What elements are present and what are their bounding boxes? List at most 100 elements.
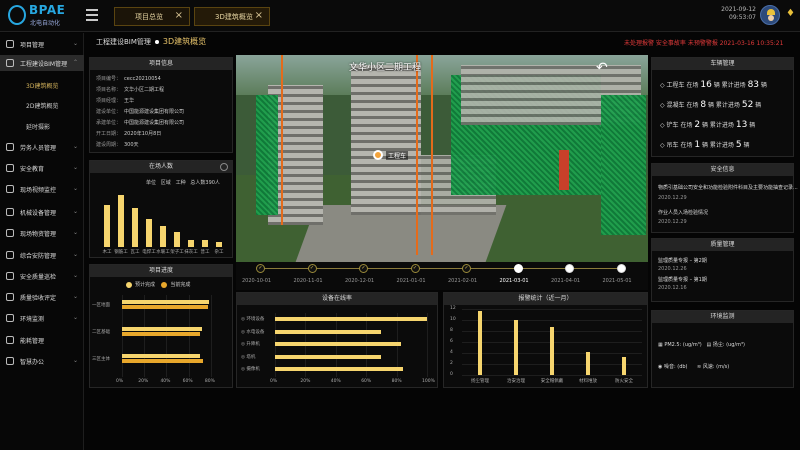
panel-title: 质量管理: [652, 239, 793, 251]
sidebar-item-label: 劳务人员管理: [20, 144, 57, 152]
dust-icon: ▤: [706, 342, 712, 348]
brand-name: BPAE: [29, 3, 66, 17]
attendance-panel: 在场人数 单位 区域 工种 总人数390人 木工 钢筋工 瓦工 电焊工 水暖工 架子工 抹灰…: [89, 160, 233, 258]
tick-label: ◎ 升降机: [241, 342, 260, 347]
label: 在场: [678, 142, 695, 149]
construction-elevator: [559, 150, 569, 190]
gridline: [462, 309, 642, 310]
tick-label: 一区地面: [92, 303, 110, 308]
close-icon[interactable]: ×: [255, 10, 263, 21]
timeline-date: 2021-01-01: [396, 278, 426, 284]
brand-logo[interactable]: BPAE 北电自动化: [8, 3, 84, 29]
timeline-node[interactable]: ✓: [307, 264, 317, 273]
env-unit: (db): [677, 364, 688, 370]
pin-label: 工程车: [386, 151, 409, 160]
timeline-node[interactable]: [616, 264, 626, 273]
env-unit: (ug/m³): [726, 342, 745, 348]
safety-net: [256, 95, 278, 215]
tick-label: 抹灰工: [184, 250, 198, 255]
office-icon: [6, 357, 14, 365]
timeline-node[interactable]: ✓: [256, 264, 265, 273]
tab-3d-overview[interactable]: 3D建筑概览 ×: [194, 7, 270, 26]
sidebar-item-label: 现场视频监控: [20, 186, 57, 194]
sidebar-item-label: 环境监测: [20, 315, 45, 323]
scene-title: 文华小区二期工程: [348, 63, 421, 73]
sidebar-item-energy[interactable]: 能耗管理: [0, 332, 84, 348]
sidebar-item-project[interactable]: 项目管理 ⌄: [0, 36, 84, 52]
sidebar-item-materials[interactable]: 现场物资管理 ⌄: [0, 225, 84, 241]
tick-label: 架子工: [170, 250, 184, 255]
bar: [478, 310, 482, 375]
gridline: [462, 320, 642, 321]
tower-crane: [431, 55, 433, 255]
sidebar-item-labor[interactable]: 劳务人员管理 ⌄: [0, 139, 84, 155]
tick-label: 0%: [116, 379, 124, 384]
alerts-status[interactable]: 未处理报警 安全事故率 未预警警报 2021-03-16 10:35:21: [624, 38, 783, 47]
chevron-down-icon: ⌄: [72, 251, 78, 258]
sidebar-subitem-timelapse[interactable]: 延时摄影: [26, 122, 50, 131]
quality-item[interactable]: 监理质量专报 – 第2期: [658, 257, 707, 264]
worker-icon: [6, 143, 14, 151]
close-icon[interactable]: ×: [175, 10, 183, 21]
sidebar-item-label: 智慧办公: [20, 358, 45, 366]
env-row-pm25: ▦ PM2.5: (ug/m³) ▤ 扬尘: (ug/m³): [658, 341, 745, 348]
noise-icon: ◉: [658, 364, 663, 370]
alarm-panel: 报警统计（近一月） 0 2 4 6 8 10 12 扬尘管理 治安治理 安全帽佩戴 材料堆放 防火安全: [443, 292, 648, 388]
quality-panel: 质量管理 监理质量专报 – 第2期 2020.12.26 监理质量专报 – 第1…: [651, 238, 794, 302]
unit: 辆: [759, 82, 767, 89]
breadcrumb-parent[interactable]: 工程建设BIM管理: [96, 37, 151, 47]
env-label: 噪音:: [663, 364, 676, 370]
sidebar-item-safety-edu[interactable]: 安全教育 ⌄: [0, 160, 84, 176]
sidebar-subitem-2d[interactable]: 2D建筑概览: [26, 101, 58, 110]
wind-icon: ≋: [697, 364, 702, 370]
tab-label: 3D建筑概览: [215, 12, 253, 21]
bar: [275, 367, 403, 371]
sidebar-item-video[interactable]: 现场视频监控 ⌄: [0, 181, 84, 197]
bar: [622, 356, 626, 375]
timeline-node[interactable]: ✓: [359, 264, 368, 273]
unit: 辆: [753, 102, 762, 109]
timeline-date: 2021-04-01: [551, 278, 581, 284]
bar: [122, 359, 204, 363]
timeline-node[interactable]: [565, 264, 574, 273]
sidebar-item-bim[interactable]: 工程建设BIM管理 ⌃: [0, 55, 84, 71]
quality-item[interactable]: 监理质量专报 – 第1期: [658, 276, 707, 283]
timeline-node[interactable]: ✓: [462, 264, 471, 273]
avatar[interactable]: [760, 5, 780, 25]
tick-label: 钢筋工: [114, 250, 128, 255]
bar: [132, 208, 138, 247]
sidebar-item-environment[interactable]: 环境监测 ⌄: [0, 310, 84, 326]
sidebar-item-office[interactable]: 智慧办公 ⌄: [0, 353, 84, 369]
safety-date: 2020.12.29: [658, 195, 687, 201]
info-row: 项目编号： cecc20210054: [96, 76, 161, 82]
lightbulb-icon[interactable]: ♦: [786, 8, 795, 20]
sidebar-item-acceptance[interactable]: 质量验收评定 ⌄: [0, 289, 84, 305]
tab-project-overview[interactable]: 项目总览 ×: [114, 7, 190, 26]
timeline-date: 2020-11-01: [293, 278, 323, 284]
bar: [122, 305, 208, 309]
sidebar-item-label: 能耗管理: [20, 337, 45, 345]
tick-label: 40%: [160, 379, 171, 384]
map-pin-icon[interactable]: [373, 150, 383, 160]
bar: [122, 327, 202, 331]
safety-item[interactable]: 物质引基础公司安全和功能检验附件科目及主要功能抽查记录...: [658, 184, 798, 191]
timeline-node[interactable]: ✓: [410, 264, 420, 273]
bim-3d-viewport[interactable]: [236, 55, 648, 262]
back-arrow-icon[interactable]: ↶: [596, 60, 608, 76]
sidebar-item-machinery[interactable]: 机械设备管理 ⌄: [0, 204, 84, 220]
safety-item[interactable]: 作业人员入场检验情况: [658, 209, 708, 216]
bar: [122, 300, 209, 304]
equipment-panel: 设备在线率 0% 20% 40% 60% 80% 100% ◎ 环境设备 ◎ 水电设备 ◎ 升降…: [236, 292, 438, 388]
vehicle-type: 吊车: [666, 142, 679, 149]
menu-toggle-icon[interactable]: [86, 9, 98, 21]
sidebar-item-security[interactable]: 综合安防管理 ⌄: [0, 247, 84, 263]
chevron-up-icon: ⌃: [72, 59, 78, 66]
sidebar-item-inspection[interactable]: 安全质量巡检 ⌄: [0, 268, 84, 284]
progress-panel: 项目进度 预计完成 当前完成 0% 20% 40% 60% 80% 一区地面 二区基础 三区主…: [89, 264, 233, 388]
tick-label: ◎ 塔机: [241, 354, 256, 360]
panel-title: 安全信息: [652, 164, 793, 176]
info-row: 建设周期： 300天: [96, 142, 139, 148]
sidebar-item-label: 机械设备管理: [20, 209, 57, 217]
sidebar-subitem-3d[interactable]: 3D建筑概览: [26, 81, 58, 90]
timeline-node[interactable]: [513, 264, 523, 273]
